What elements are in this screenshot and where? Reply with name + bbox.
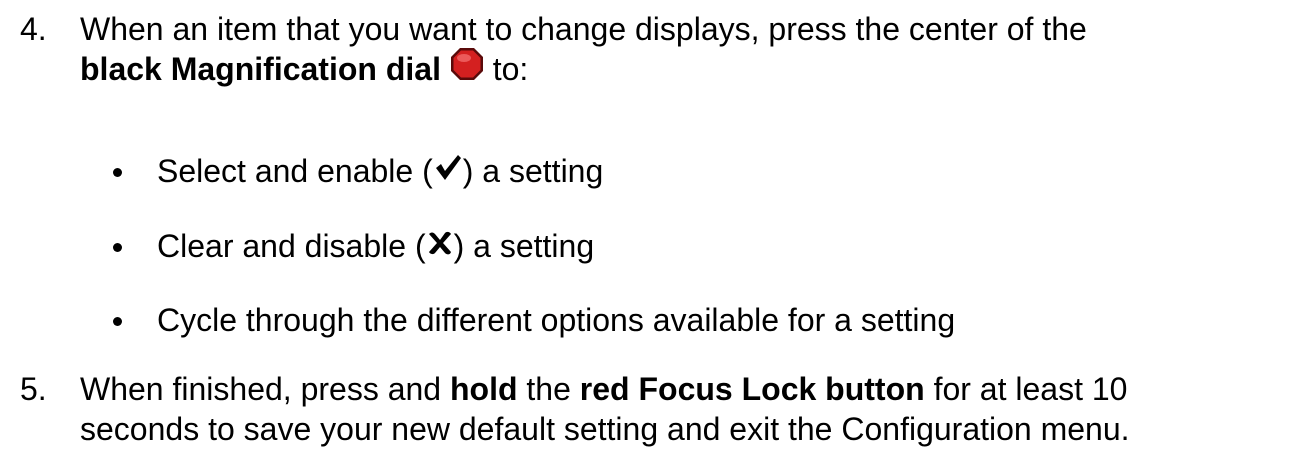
red-octagon-button-icon bbox=[450, 47, 484, 90]
step-text: When an item that you want to change dis… bbox=[80, 9, 1087, 93]
step-line: When finished, press and hold the red Fo… bbox=[80, 369, 1130, 409]
text-segment: for at least 10 bbox=[924, 371, 1128, 407]
bullet-text: Select and enable ( ) a setting bbox=[157, 151, 603, 194]
step-number: 5. bbox=[20, 371, 47, 407]
checkmark-icon bbox=[433, 151, 463, 191]
step-line: When an item that you want to change dis… bbox=[80, 11, 1087, 47]
step-line: black Magnification dial to: bbox=[80, 47, 1087, 93]
step-text: When finished, press and hold the red Fo… bbox=[80, 369, 1130, 449]
bullet-dot bbox=[113, 243, 122, 252]
text-segment: the bbox=[517, 371, 580, 407]
x-mark-icon bbox=[426, 226, 454, 266]
bold-term: red Focus Lock button bbox=[579, 371, 925, 407]
bold-term: hold bbox=[449, 371, 518, 407]
bullet-text-before: Select and enable ( bbox=[157, 153, 433, 189]
bullet-dot bbox=[113, 317, 122, 326]
step-number: 4. bbox=[20, 11, 47, 47]
bold-term: black Magnification dial bbox=[80, 51, 441, 87]
text-segment: When finished, press and bbox=[80, 371, 450, 407]
step-line: seconds to save your new default setting… bbox=[80, 411, 1130, 447]
bullet-text-after: ) a setting bbox=[462, 153, 604, 189]
step-line-tail: to: bbox=[483, 51, 529, 87]
bullet-text-before: Clear and disable ( bbox=[157, 228, 426, 264]
bullet-dot bbox=[113, 168, 122, 177]
bullet-text-after: ) a setting bbox=[453, 228, 595, 264]
bullet-text: Clear and disable ( ) a setting bbox=[157, 226, 594, 269]
bullet-text: Cycle through the different options avai… bbox=[157, 302, 956, 338]
